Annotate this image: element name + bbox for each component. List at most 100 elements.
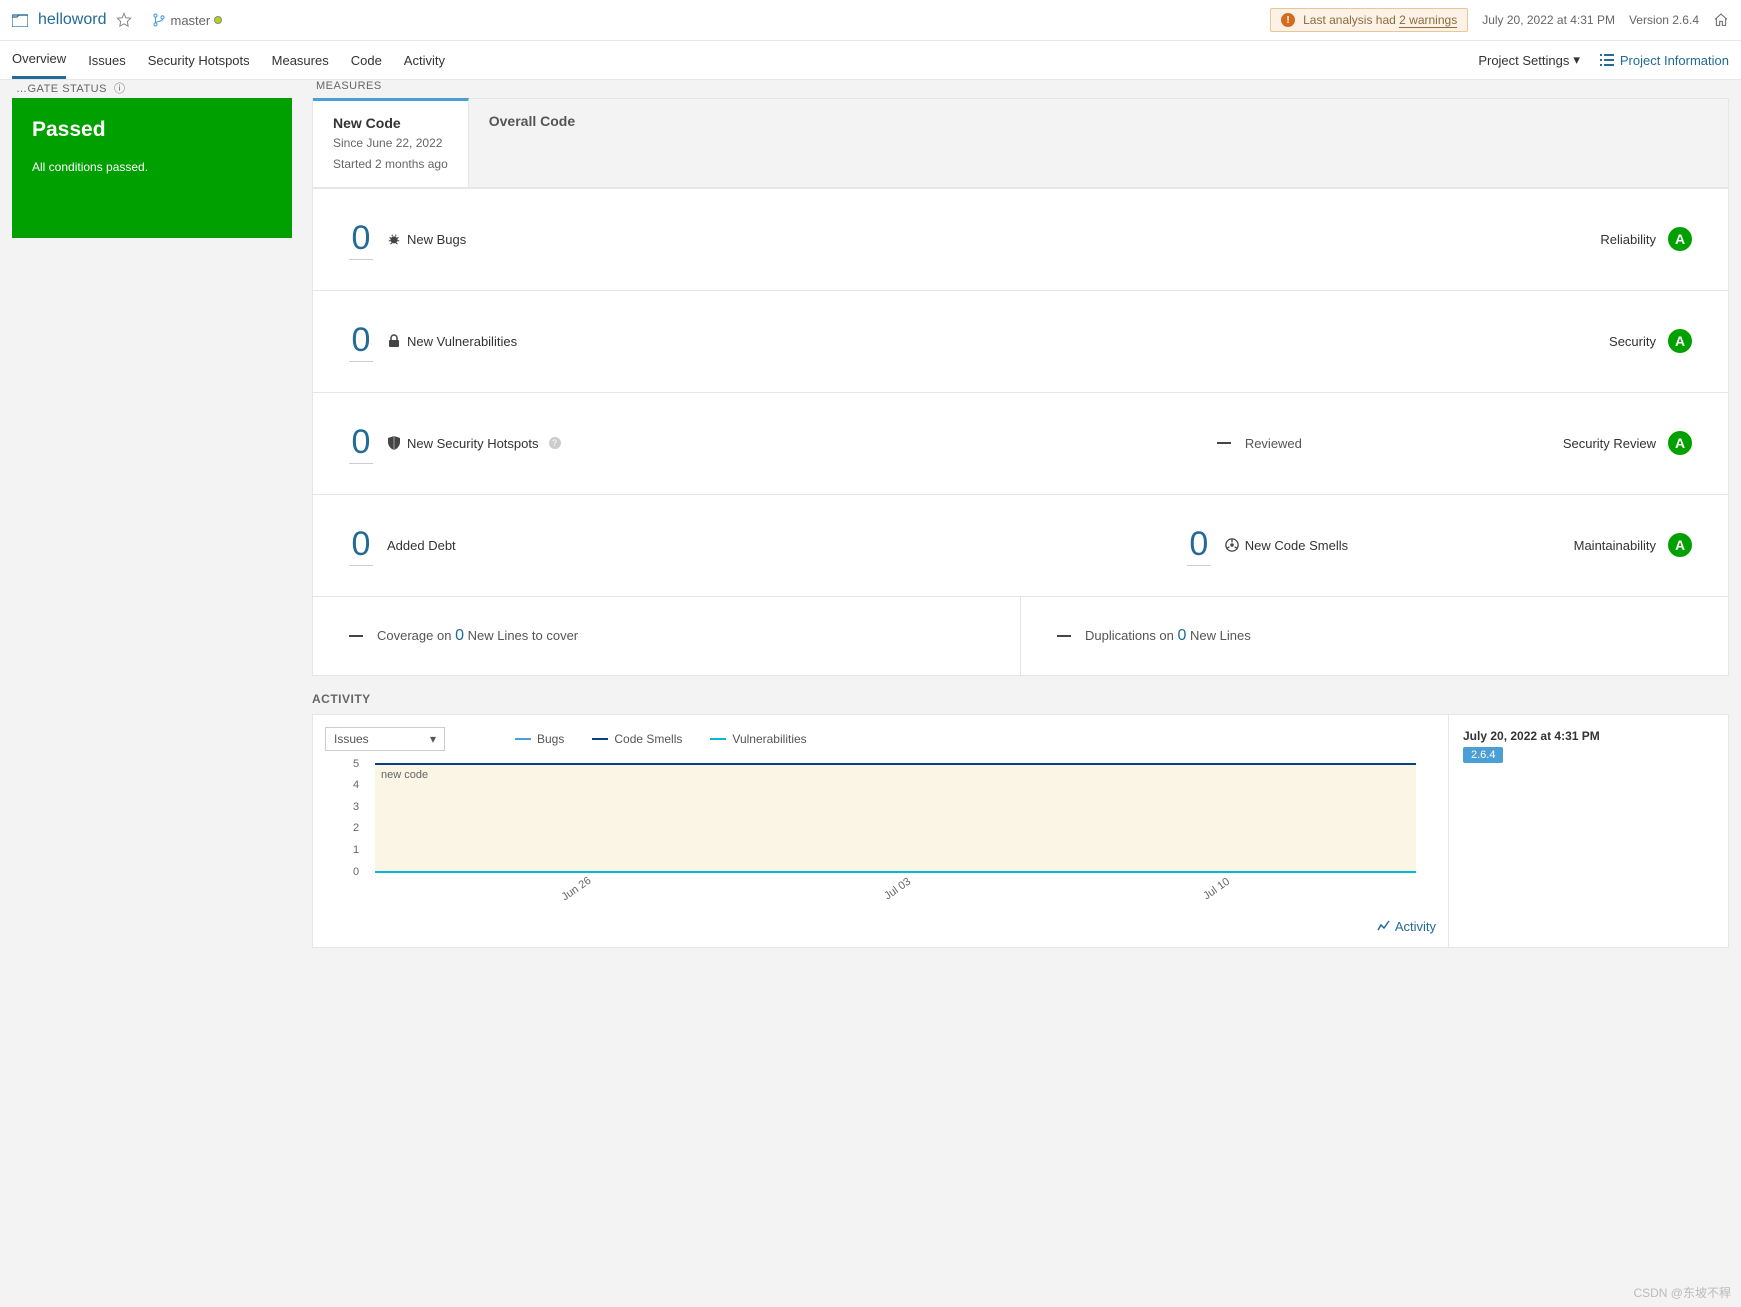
- favorite-star-icon[interactable]: [116, 12, 132, 28]
- activity-panel: Issues ▾ Bugs Code Smells Vulnerabilitie…: [312, 714, 1729, 949]
- version-text: Version 2.6.4: [1629, 13, 1699, 27]
- help-icon[interactable]: ?: [549, 437, 561, 449]
- metric-row-coverage-dup: Coverage on 0 New Lines to cover Duplica…: [313, 596, 1728, 675]
- metric-row-maintainability: 0 Added Debt 0 New Code Smells Maintaina…: [313, 494, 1728, 596]
- coverage-zero[interactable]: 0: [455, 627, 464, 644]
- debt-value[interactable]: 0: [349, 525, 373, 566]
- nav-measures[interactable]: Measures: [272, 43, 329, 78]
- metric-row-hotspots: 0 New Security Hotspots ? Reviewed Secur…: [313, 392, 1728, 494]
- tab-new-code[interactable]: New Code Since June 22, 2022 Started 2 m…: [313, 98, 469, 187]
- security-rating: A: [1668, 329, 1692, 353]
- metric-row-bugs: 0 New Bugs Reliability A: [313, 188, 1728, 290]
- dup-prefix: Duplications on: [1085, 628, 1178, 643]
- coverage-cell: Coverage on 0 New Lines to cover: [313, 597, 1021, 675]
- vuln-label: New Vulnerabilities: [407, 334, 517, 349]
- chart-line-icon: [1377, 920, 1391, 932]
- activity-link[interactable]: Activity: [1377, 919, 1436, 934]
- quality-gate-status: Passed: [32, 118, 272, 142]
- coverage-dash: [349, 635, 363, 637]
- legend-code-smells: Code Smells: [592, 732, 682, 746]
- chart-x-axis: Jun 26 Jul 03 Jul 10: [375, 873, 1416, 895]
- activity-sidebar: July 20, 2022 at 4:31 PM 2.6.4: [1448, 715, 1728, 948]
- coverage-prefix: Coverage on: [377, 628, 455, 643]
- bug-icon: [387, 232, 401, 246]
- tab-new-code-started: Started 2 months ago: [333, 156, 448, 173]
- tab-new-code-since: Since June 22, 2022: [333, 135, 448, 152]
- nav-overview[interactable]: Overview: [12, 41, 66, 79]
- home-icon[interactable]: [1713, 12, 1729, 28]
- warning-link[interactable]: 2 warnings: [1399, 13, 1457, 28]
- watermark: CSDN @东坡不稈: [1633, 1284, 1731, 1301]
- measures-panel: New Code Since June 22, 2022 Started 2 m…: [312, 98, 1729, 676]
- nav-security-hotspots[interactable]: Security Hotspots: [148, 43, 250, 78]
- hotspots-label: New Security Hotspots: [407, 436, 539, 451]
- smells-value[interactable]: 0: [1187, 525, 1211, 566]
- activity-event-date: July 20, 2022 at 4:31 PM: [1463, 729, 1714, 743]
- bugs-value[interactable]: 0: [349, 219, 373, 260]
- quality-gate-message: All conditions passed.: [32, 160, 272, 174]
- warning-icon: !: [1281, 13, 1295, 27]
- project-settings-label: Project Settings: [1478, 53, 1569, 68]
- activity-link-label: Activity: [1395, 919, 1436, 934]
- chart-legend: Bugs Code Smells Vulnerabilities: [515, 732, 807, 746]
- measures-title-cut: MEASURES: [316, 80, 1729, 94]
- analysis-date: July 20, 2022 at 4:31 PM: [1482, 13, 1615, 27]
- project-information-link[interactable]: Project Information: [1600, 53, 1729, 68]
- activity-metric-select[interactable]: Issues ▾: [325, 727, 445, 751]
- legend-bugs: Bugs: [515, 732, 564, 746]
- code-smell-icon: [1225, 538, 1239, 552]
- nav-issues[interactable]: Issues: [88, 43, 126, 78]
- analysis-warning: ! Last analysis had 2 warnings: [1270, 8, 1468, 32]
- chevron-down-icon: ▾: [430, 732, 436, 746]
- new-code-chart-label: new code: [381, 769, 428, 781]
- reliability-rating: A: [1668, 227, 1692, 251]
- dup-dash: [1057, 635, 1071, 637]
- reviewed-label: Reviewed: [1245, 436, 1302, 451]
- reliability-label: Reliability: [1600, 232, 1656, 247]
- vuln-value[interactable]: 0: [349, 321, 373, 362]
- reviewed-dash: [1217, 442, 1231, 444]
- activity-title: ACTIVITY: [312, 692, 1729, 706]
- branch-name: master: [170, 13, 210, 28]
- metric-row-vulnerabilities: 0 New Vulnerabilities Security A: [313, 290, 1728, 392]
- quality-gate-card: Passed All conditions passed.: [12, 98, 292, 238]
- hotspots-value[interactable]: 0: [349, 423, 373, 464]
- lock-icon: [387, 334, 401, 348]
- legend-vulnerabilities: Vulnerabilities: [710, 732, 806, 746]
- chart-y-axis: 5 4 3 2 1 0: [353, 758, 359, 878]
- smells-label: New Code Smells: [1245, 538, 1348, 553]
- branch-icon: [152, 13, 166, 27]
- coverage-suffix: New Lines to cover: [464, 628, 578, 643]
- quality-gate-title-cut: …GATE STATUS ⓘ: [16, 80, 292, 94]
- project-settings-dropdown[interactable]: Project Settings ▾: [1478, 52, 1580, 68]
- tab-overall-code[interactable]: Overall Code: [469, 99, 595, 187]
- project-navbar: Overview Issues Security Hotspots Measur…: [0, 41, 1741, 80]
- nav-code[interactable]: Code: [351, 43, 382, 78]
- activity-chart: 5 4 3 2 1 0 new code Jun 26: [375, 763, 1416, 895]
- security-review-rating: A: [1668, 431, 1692, 455]
- activity-version-tag: 2.6.4: [1463, 747, 1503, 763]
- dup-suffix: New Lines: [1186, 628, 1250, 643]
- project-info-label: Project Information: [1620, 53, 1729, 68]
- project-icon: [12, 13, 28, 27]
- maintainability-label: Maintainability: [1574, 538, 1656, 553]
- chevron-down-icon: ▾: [1573, 52, 1580, 68]
- warning-text: Last analysis had: [1303, 13, 1399, 27]
- measures-tabs: New Code Since June 22, 2022 Started 2 m…: [313, 99, 1728, 188]
- nav-activity[interactable]: Activity: [404, 43, 445, 78]
- project-header: helloword master ! Last analysis had 2 w…: [0, 0, 1741, 41]
- tab-overall-title: Overall Code: [489, 113, 575, 129]
- activity-select-value: Issues: [334, 732, 369, 746]
- shield-icon: [387, 436, 401, 450]
- branch-selector[interactable]: master: [152, 13, 222, 28]
- maintainability-rating: A: [1668, 533, 1692, 557]
- project-name[interactable]: helloword: [38, 11, 106, 29]
- tab-new-code-title: New Code: [333, 115, 448, 131]
- security-review-label: Security Review: [1563, 436, 1656, 451]
- branch-status-dot: [214, 16, 222, 24]
- list-icon: [1600, 54, 1614, 66]
- security-label: Security: [1609, 334, 1656, 349]
- bugs-label: New Bugs: [407, 232, 466, 247]
- duplications-cell: Duplications on 0 New Lines: [1021, 597, 1728, 675]
- debt-label: Added Debt: [387, 538, 456, 553]
